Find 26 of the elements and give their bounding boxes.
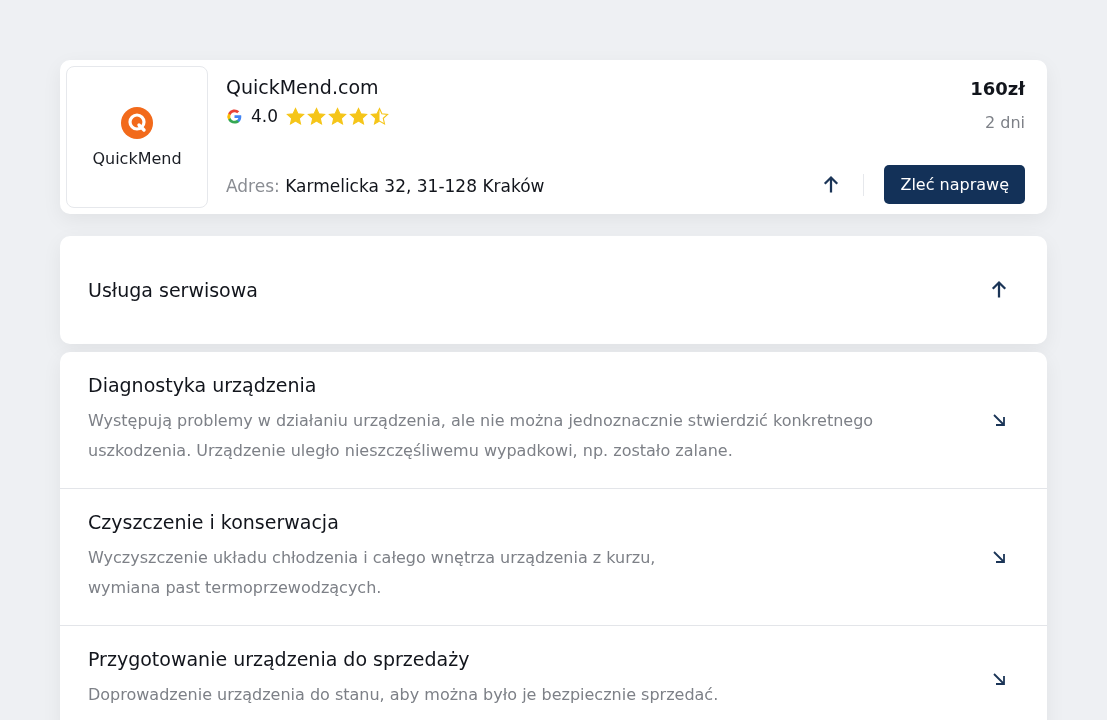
service-title: Diagnostyka urządzenia <box>88 374 318 396</box>
service-description: Wyczyszczenie układu chłodzenia i całego wnętrza urządzenia z kurzu, wymiana past termoprzewodzących. <box>88 547 657 599</box>
order-button[interactable]: Zleć naprawę <box>884 165 1025 204</box>
service-title: Przygotowanie urządzenia do sprzedaży <box>88 648 471 670</box>
service-description: Występują problemy w działaniu urządzenia, ale nie można jednoznacznie stwierdzić konkretnego uszkodzenia. Urządzenie uległo nieszczęśliwemu wypadkowi, np. zostało zalane. <box>88 410 875 462</box>
rating-value: 4.0 <box>251 106 279 126</box>
google-icon <box>226 107 243 125</box>
provider-name: QuickMend.com <box>226 76 380 98</box>
section-header[interactable]: Usługa serwisowa <box>60 236 1047 344</box>
duration: 2 dni <box>985 113 1025 132</box>
arrow-down-right-icon[interactable] <box>991 412 1007 428</box>
logo-icon <box>121 106 153 139</box>
address-text: Adres: Karmelicka 32, 31-128 Kraków <box>226 176 546 196</box>
arrow-down-right-icon[interactable] <box>991 671 1007 687</box>
section-title: Usługa serwisowa <box>88 279 258 301</box>
star-icon <box>349 106 369 126</box>
star-icon <box>307 106 327 126</box>
star-icon <box>328 106 348 126</box>
service-title: Czyszczenie i konserwacja <box>88 511 340 533</box>
price: 160zł <box>970 78 1025 99</box>
star-icon <box>286 106 306 126</box>
logo-text: QuickMend <box>92 148 182 168</box>
collapse-arrow-icon[interactable] <box>989 280 1009 300</box>
star-icon <box>370 106 390 126</box>
service-description: Doprowadzenie urządzenia do stanu, aby można było je bezpiecznie sprzedać. <box>88 684 719 706</box>
arrow-down-right-icon[interactable] <box>991 549 1007 565</box>
